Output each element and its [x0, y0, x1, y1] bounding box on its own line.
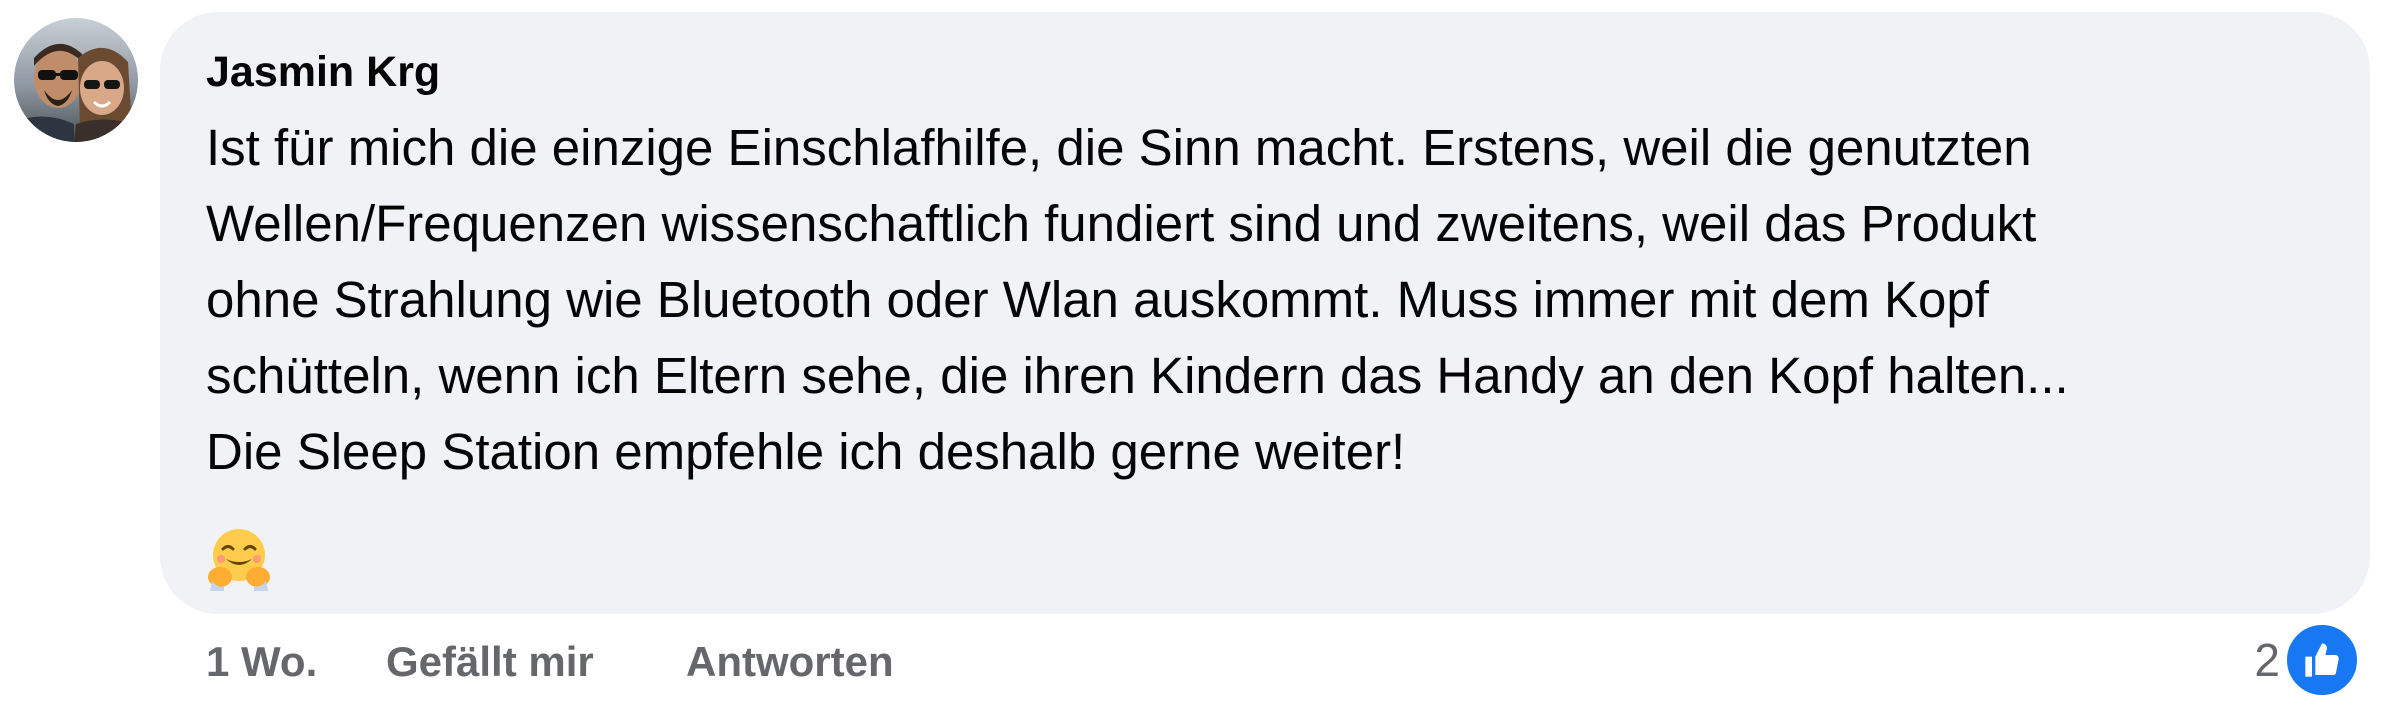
thumbs-up-icon: [2284, 622, 2360, 698]
hugging-face-icon: [206, 525, 272, 591]
comment-text-line: ohne Strahlung wie Bluetooth oder Wlan a…: [206, 271, 1989, 328]
comment-text-line: schütteln, wenn ich Eltern sehe, die ihr…: [206, 347, 2069, 404]
reaction-count: 2: [2254, 634, 2280, 686]
comment-author-name[interactable]: Jasmin Krg: [206, 44, 440, 100]
comment-timestamp[interactable]: 1 Wo.: [206, 634, 317, 690]
comment-text-line: Die Sleep Station empfehle ich deshalb g…: [206, 423, 1406, 480]
reply-button[interactable]: Antworten: [686, 634, 894, 690]
comment-text-line: Wellen/Frequenzen wissenschaftlich fundi…: [206, 195, 2037, 252]
author-avatar[interactable]: [14, 18, 138, 142]
comment-text: Ist für mich die einzige Einschlafhilfe,…: [206, 110, 2356, 490]
comment-text-line: Ist für mich die einzige Einschlafhilfe,…: [206, 119, 2032, 176]
reaction-summary[interactable]: 2: [2254, 622, 2360, 698]
like-button[interactable]: Gefällt mir: [386, 634, 594, 690]
